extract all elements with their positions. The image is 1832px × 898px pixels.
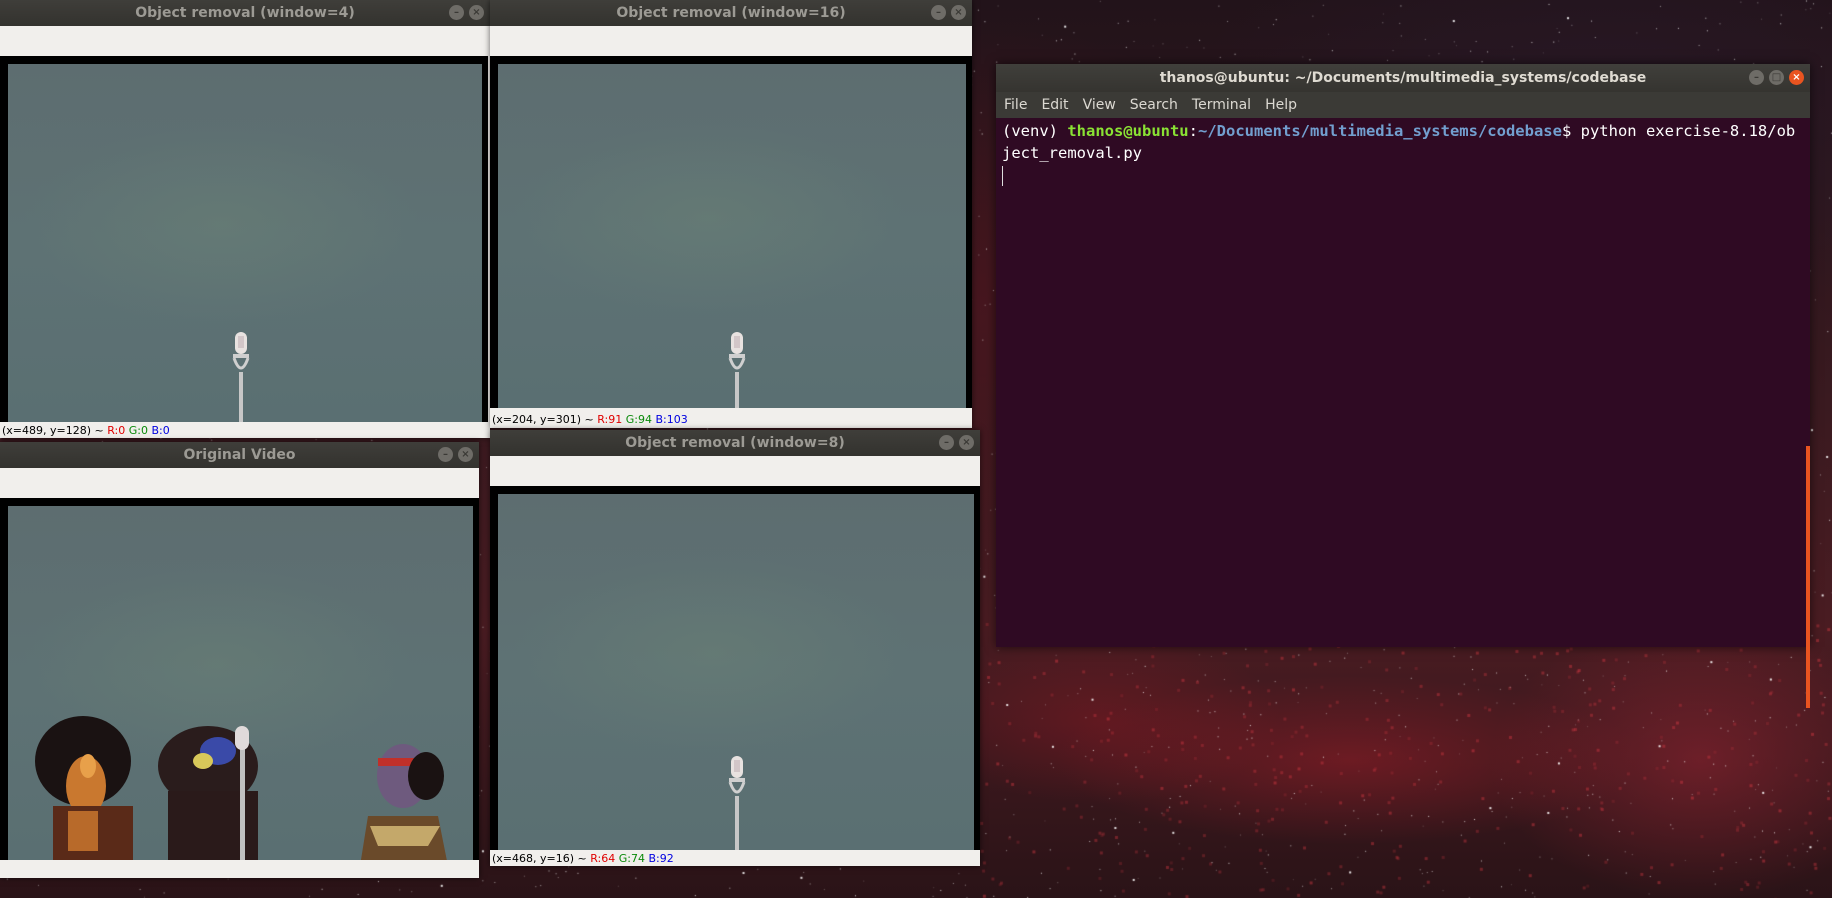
menu-view[interactable]: View [1083, 97, 1116, 113]
window-original-video: Original Video – × [0, 442, 479, 878]
window-object-removal-4: Object removal (window=4) – × (x=489, y=… [0, 0, 490, 438]
minimize-icon[interactable]: – [1749, 70, 1764, 85]
menu-edit[interactable]: Edit [1041, 97, 1068, 113]
microphone-image [728, 756, 746, 850]
video-frame[interactable] [490, 486, 980, 850]
minimize-icon[interactable]: – [939, 435, 954, 450]
window-title: Object removal (window=4) [135, 5, 355, 21]
terminal-menu-bar: File Edit View Search Terminal Help [996, 92, 1810, 118]
close-icon[interactable]: × [469, 5, 484, 20]
menu-terminal[interactable]: Terminal [1192, 97, 1251, 113]
window-toolbar [490, 28, 972, 52]
microphone-image [232, 332, 250, 422]
text-cursor [1002, 165, 1003, 186]
terminal-title: thanos@ubuntu: ~/Documents/multimedia_sy… [1159, 70, 1647, 86]
cursor-coords: (x=468, y=16) ~ [492, 852, 591, 865]
video-frame[interactable] [490, 56, 972, 408]
video-frame[interactable] [0, 56, 488, 422]
window-toolbar [490, 458, 980, 482]
green-value: G:74 [618, 852, 645, 865]
red-value: R:0 [107, 424, 126, 437]
menu-help[interactable]: Help [1265, 97, 1297, 113]
minimize-icon[interactable]: – [449, 5, 464, 20]
cursor-coords: (x=204, y=301) ~ [492, 413, 598, 426]
prompt-path: ~/Documents/multimedia_systems/codebase [1198, 122, 1562, 140]
green-value: G:94 [625, 413, 652, 426]
close-icon[interactable]: × [1789, 70, 1804, 85]
window-title-bar[interactable]: Original Video – × [0, 442, 479, 468]
window-title: Object removal (window=8) [625, 435, 845, 451]
menu-search[interactable]: Search [1130, 97, 1178, 113]
video-scene [8, 506, 473, 860]
video-frame[interactable] [0, 498, 479, 860]
prompt-dollar: $ [1561, 122, 1581, 140]
menu-file[interactable]: File [1004, 97, 1027, 113]
prompt-venv: (venv) [1002, 122, 1068, 140]
close-icon[interactable]: × [959, 435, 974, 450]
window-toolbar [0, 28, 490, 52]
pixel-status-bar: (x=468, y=16) ~ R:64 G:74 B:92 [490, 852, 980, 866]
red-value: R:91 [597, 413, 623, 426]
window-title-bar[interactable]: Object removal (window=16) – × [490, 0, 972, 26]
microphone-image [728, 332, 746, 408]
prompt-user: thanos@ubuntu [1067, 122, 1189, 140]
red-value: R:64 [590, 852, 616, 865]
terminal-output[interactable]: (venv) thanos@ubuntu:~/Documents/multime… [996, 118, 1810, 647]
video-scene [498, 494, 974, 850]
terminal-window: thanos@ubuntu: ~/Documents/multimedia_sy… [996, 64, 1810, 708]
video-scene [498, 64, 966, 408]
window-object-removal-8: Object removal (window=8) – × (x=468, y=… [490, 430, 980, 866]
window-toolbar [0, 470, 479, 494]
puppets-image [35, 716, 447, 860]
blue-value: B:0 [151, 424, 170, 437]
window-title-bar[interactable]: Object removal (window=4) – × [0, 0, 490, 26]
pixel-status-bar: (x=204, y=301) ~ R:91 G:94 B:103 [490, 413, 972, 427]
window-object-removal-16: Object removal (window=16) – × (x=204, y… [490, 0, 972, 428]
green-value: G:0 [128, 424, 148, 437]
minimize-icon[interactable]: – [438, 447, 453, 462]
window-title: Original Video [183, 447, 296, 463]
close-icon[interactable]: × [951, 5, 966, 20]
terminal-title-bar[interactable]: thanos@ubuntu: ~/Documents/multimedia_sy… [996, 64, 1810, 92]
blue-value: B:103 [655, 413, 688, 426]
window-title-bar[interactable]: Object removal (window=8) – × [490, 430, 980, 456]
minimize-icon[interactable]: – [931, 5, 946, 20]
cursor-coords: (x=489, y=128) ~ [2, 424, 108, 437]
terminal-scrollbar[interactable] [1806, 446, 1810, 708]
video-scene [8, 64, 482, 422]
blue-value: B:92 [648, 852, 674, 865]
pixel-status-bar: (x=489, y=128) ~ R:0 G:0 B:0 [0, 424, 490, 438]
window-title: Object removal (window=16) [616, 5, 846, 21]
close-icon[interactable]: × [458, 447, 473, 462]
maximize-icon[interactable]: □ [1769, 70, 1784, 85]
prompt-colon: : [1188, 122, 1198, 140]
